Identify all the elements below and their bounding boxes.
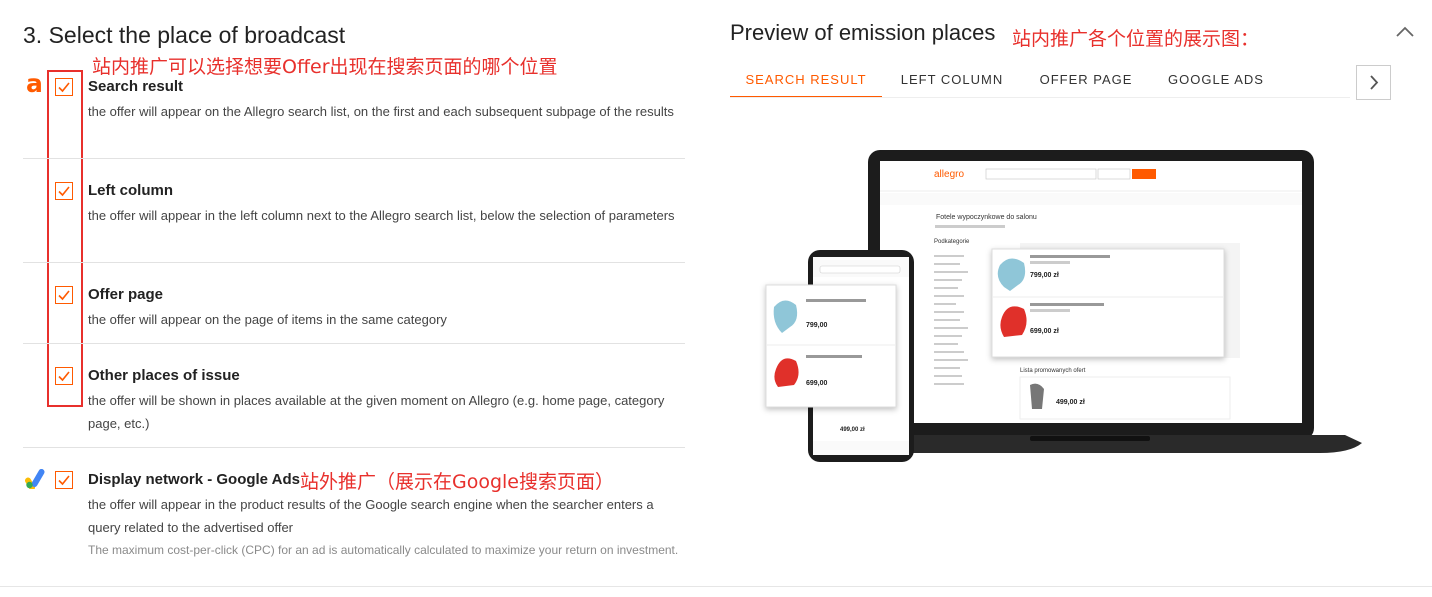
laptop-sidebar-title: Podkategorie <box>934 239 970 245</box>
tab-google-ads[interactable]: GOOGLE ADS <box>1160 66 1272 98</box>
option-other-places[interactable]: Other places of issue the offer will be … <box>23 367 685 431</box>
annotation-preview: 站内推广各个位置的展示图： <box>1012 28 1260 50</box>
option-offer-page[interactable]: Offer page the offer will appear on the … <box>23 286 685 327</box>
section-title: 3. Select the place of broadcast <box>23 22 346 48</box>
chevron-up-icon[interactable] <box>1394 24 1416 40</box>
broadcast-place-panel: 3. Select the place of broadcast 站内推广可以选… <box>0 0 700 597</box>
tab-left-column[interactable]: LEFT COLUMN <box>890 66 1014 98</box>
annotation-offsite: 站外推广（展示在Google搜索页面） <box>300 471 615 493</box>
laptop-brand: allegro <box>934 169 964 180</box>
laptop-list-title: Lista promowanych ofert <box>1020 368 1086 374</box>
phone-mockup: 799,00 699,00 499,00 zł <box>765 250 914 462</box>
option-title: Display network - Google Ads <box>88 471 300 488</box>
divider <box>23 262 685 263</box>
divider <box>23 447 685 448</box>
annotation-onsite: 站内推广可以选择想要Offer出现在搜索页面的哪个位置 <box>92 56 558 78</box>
phone-price-2: 699,00 <box>806 380 828 387</box>
option-title: Search result <box>88 78 184 95</box>
option-title: Other places of issue <box>88 367 240 384</box>
laptop-price-1: 799,00 zł <box>1030 272 1059 279</box>
checkbox-left-column[interactable] <box>55 182 73 200</box>
laptop-price-2: 699,00 zł <box>1030 328 1059 335</box>
divider <box>23 158 685 159</box>
divider <box>23 343 685 344</box>
option-note: The maximum cost-per-click (CPC) for an … <box>88 543 679 557</box>
laptop-heading: Fotele wypoczynkowe do salonu <box>936 214 1037 221</box>
chevron-right-icon <box>1370 75 1379 90</box>
checkbox-check-icon <box>58 186 70 197</box>
phone-price-1: 799,00 <box>806 322 828 329</box>
preview-illustration: allegro Fotele wypoczynkowe do salonu Po… <box>765 150 1362 462</box>
checkbox-check-icon <box>58 82 70 93</box>
option-left-column[interactable]: Left column the offer will appear in the… <box>23 182 685 242</box>
checkbox-offer-page[interactable] <box>55 286 73 304</box>
preview-title: Preview of emission places <box>730 20 996 45</box>
preview-tabs: SEARCH RESULT LEFT COLUMN OFFER PAGE GOO… <box>730 66 1350 98</box>
option-description: the offer will appear on the Allegro sea… <box>88 104 674 119</box>
tab-offer-page[interactable]: OFFER PAGE <box>1030 66 1142 98</box>
phone-price-3: 499,00 zł <box>840 427 865 433</box>
option-description: the offer will appear in the product res… <box>88 497 654 535</box>
checkbox-google-ads[interactable] <box>55 471 73 489</box>
option-title: Left column <box>88 182 173 199</box>
tabs-divider <box>730 97 1350 98</box>
tab-search-result[interactable]: SEARCH RESULT <box>730 66 882 98</box>
option-title: Offer page <box>88 286 164 303</box>
tabs-next-button[interactable] <box>1356 65 1391 100</box>
checkbox-check-icon <box>58 475 70 486</box>
checkbox-check-icon <box>58 290 70 301</box>
checkbox-search-result[interactable] <box>55 78 73 96</box>
option-description: the offer will be shown in places availa… <box>88 393 665 431</box>
option-description: the offer will appear in the left column… <box>88 208 675 223</box>
option-search-result[interactable]: Search result the offer will appear on t… <box>23 78 685 138</box>
laptop-price-3: 499,00 zł <box>1056 399 1085 406</box>
bottom-divider <box>0 586 1432 587</box>
checkbox-other-places[interactable] <box>55 367 73 385</box>
checkbox-check-icon <box>58 371 70 382</box>
option-description: the offer will appear on the page of ite… <box>88 312 447 327</box>
